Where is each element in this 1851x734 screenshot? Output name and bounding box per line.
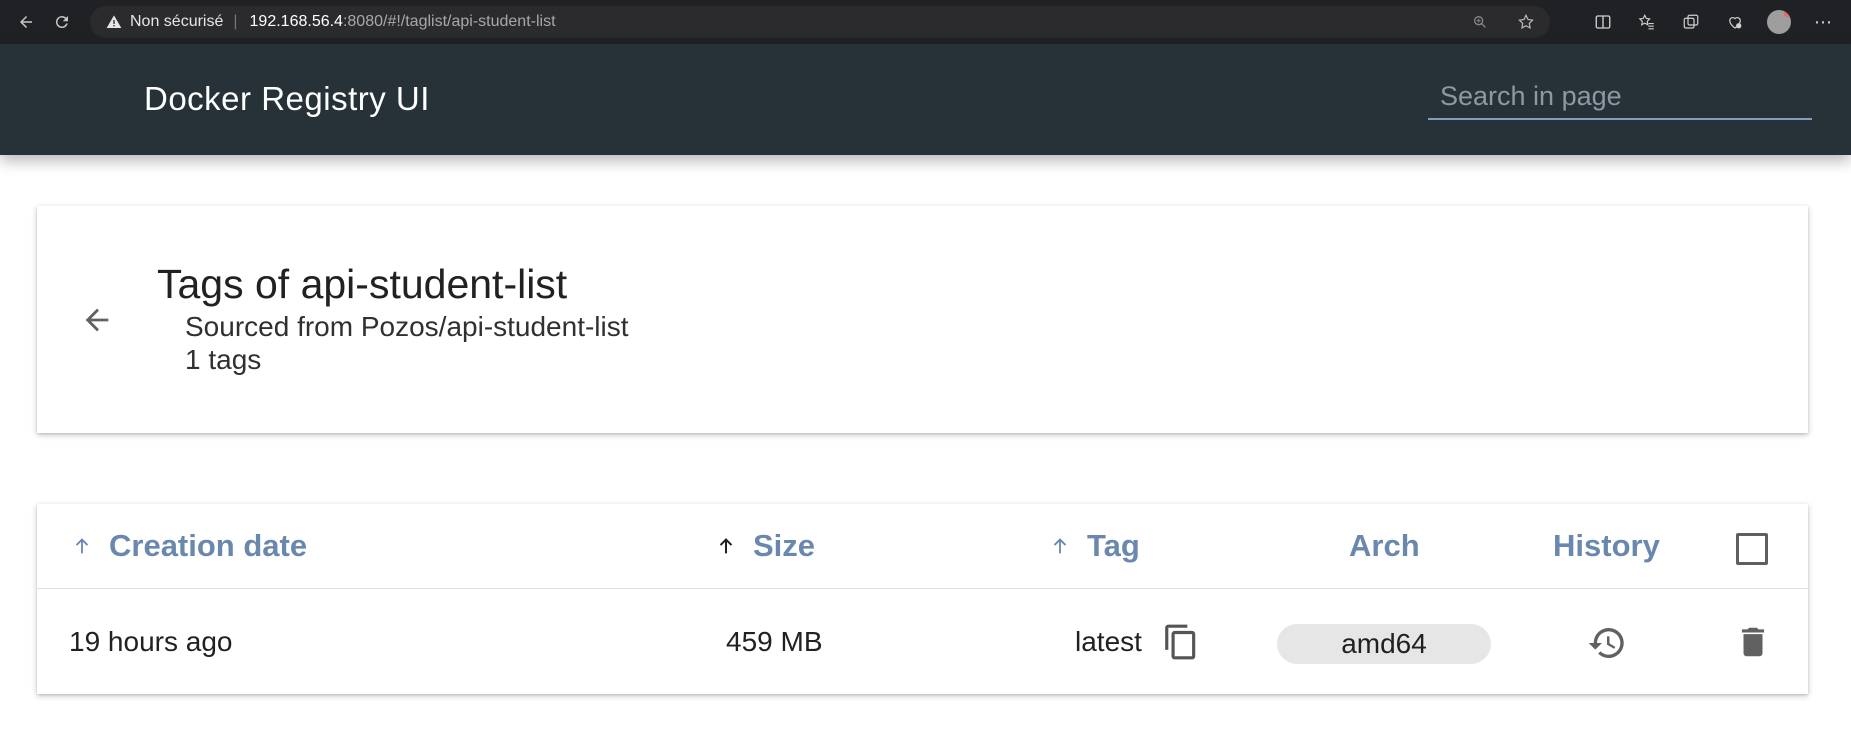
sort-arrow-icon: [69, 533, 95, 559]
delete-icon: [1741, 627, 1765, 657]
sort-arrow-icon: [713, 533, 739, 559]
creation-date-cell: 19 hours ago: [69, 626, 233, 657]
arrow-left-icon: [85, 308, 109, 332]
column-header-size[interactable]: Size: [713, 526, 815, 566]
search-field[interactable]: [1428, 74, 1812, 120]
repository-info-card: Tags of api-student-list Sourced from Po…: [37, 206, 1808, 433]
column-label-tag: Tag: [1087, 528, 1140, 563]
source-text: Sourced from Pozos/api-student-list: [185, 311, 629, 342]
back-button[interactable]: [8, 4, 44, 40]
address-actions: [1468, 6, 1538, 38]
back-icon: [20, 16, 32, 28]
more-icon[interactable]: ⋯: [1811, 10, 1835, 34]
address-bar[interactable]: Non sécurisé | 192.168.56.4:8080/#!/tagl…: [90, 6, 1550, 38]
back-to-catalog-button[interactable]: [77, 300, 117, 340]
tag-cell: latest: [1075, 626, 1142, 657]
arch-chip[interactable]: amd64: [1277, 624, 1491, 664]
select-all-checkbox[interactable]: [1736, 533, 1768, 565]
table-header: Creation date Size Tag Arch History: [37, 504, 1808, 589]
reload-icon: [55, 16, 68, 29]
history-icon: [1588, 627, 1624, 658]
column-label-creation-date: Creation date: [109, 528, 308, 563]
reload-button[interactable]: [44, 4, 80, 40]
split-screen-icon[interactable]: [1591, 10, 1615, 34]
copy-icon: [1165, 624, 1196, 660]
url-host: 192.168.56.4: [249, 13, 343, 30]
app-header: Docker Registry UI: [0, 44, 1851, 155]
column-header-history: History: [1553, 528, 1660, 563]
size-cell: 459 MB: [726, 626, 823, 657]
sort-arrow-icon: [1047, 533, 1073, 559]
table-row: 19 hours ago 459 MB latest amd64: [37, 590, 1808, 694]
url-path: :8080/#!/taglist/api-student-list: [342, 13, 556, 30]
favorites-icon[interactable]: [1635, 10, 1659, 34]
security-label[interactable]: Non sécurisé: [130, 13, 223, 31]
column-header-creation-date[interactable]: Creation date: [69, 526, 307, 566]
tag-count: 1 tags: [185, 344, 262, 375]
search-input[interactable]: [1428, 80, 1812, 112]
star-icon[interactable]: [1514, 10, 1538, 34]
profile-icon[interactable]: [1767, 10, 1791, 34]
column-header-tag[interactable]: Tag: [1047, 526, 1140, 566]
page-title: Tags of api-student-list: [157, 261, 568, 307]
column-label-size: Size: [753, 528, 816, 563]
history-button[interactable]: [1586, 622, 1628, 664]
zoom-icon[interactable]: [1468, 10, 1492, 34]
column-header-arch: Arch: [1349, 528, 1420, 563]
app-title[interactable]: Docker Registry UI: [144, 80, 430, 118]
warning-icon: [106, 14, 122, 30]
browser-actions: ⋯: [1591, 0, 1851, 44]
browser-toolbar: Non sécurisé | 192.168.56.4:8080/#!/tagl…: [0, 0, 1851, 44]
copy-pull-command-button[interactable]: [1161, 622, 1201, 662]
tags-table: Creation date Size Tag Arch History 19 h…: [37, 504, 1808, 694]
address-separator: |: [233, 13, 238, 30]
delete-tag-button[interactable]: [1733, 622, 1773, 662]
collections-icon[interactable]: [1679, 10, 1703, 34]
extensions-icon[interactable]: [1723, 10, 1747, 34]
